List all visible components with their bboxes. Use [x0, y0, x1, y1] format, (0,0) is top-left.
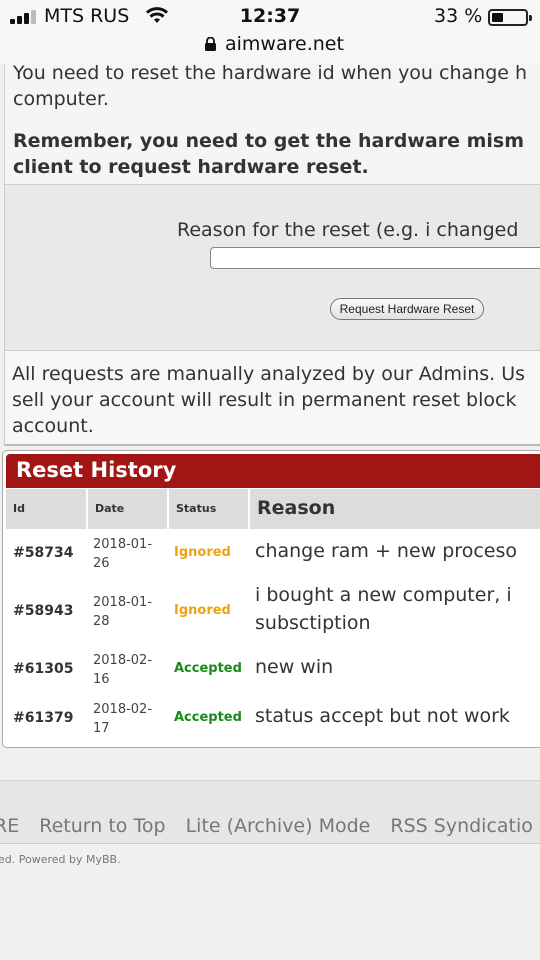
page-content: You need to reset the hardware id when y…	[0, 64, 540, 960]
reason-label: Reason for the reset (e.g. i changed	[177, 219, 519, 241]
footer-link-contact[interactable]: RE	[0, 815, 19, 837]
row-reason: new win	[255, 656, 334, 678]
row-date: 2018-02- 16	[93, 653, 153, 687]
footer-links: RE Return to Top Lite (Archive) Mode RSS…	[0, 815, 540, 837]
status-badge: Ignored	[174, 603, 231, 618]
reset-history-header: Reset History	[6, 454, 540, 488]
column-header-id: Id	[6, 489, 86, 529]
status-badge: Accepted	[174, 661, 242, 676]
column-header-status: Status	[169, 489, 248, 529]
info-warning: Remember, you need to get the hardware m…	[13, 130, 525, 178]
status-bar: MTS RUS 12:37 33 % aimware.net	[0, 0, 540, 64]
battery-icon	[488, 9, 532, 26]
reset-history-table: Reset History Id Date Status Reason #587…	[2, 450, 540, 748]
row-id: #58943	[13, 603, 74, 619]
column-header-date: Date	[88, 489, 167, 529]
footer-link-return-to-top[interactable]: Return to Top	[39, 815, 165, 837]
request-hardware-reset-button[interactable]: Request Hardware Reset	[330, 298, 484, 320]
copyright-text: ed. Powered by MyBB.	[0, 853, 121, 866]
row-date: 2018-02- 17	[93, 702, 153, 736]
address-bar-url[interactable]: aimware.net	[225, 33, 344, 55]
footer-bar: RE Return to Top Lite (Archive) Mode RSS…	[0, 780, 540, 844]
info-text: You need to reset the hardware id when y…	[13, 64, 528, 110]
reset-form: Reason for the reset (e.g. i changed Req…	[4, 184, 540, 350]
lock-icon	[205, 37, 216, 51]
column-header-reason: Reason	[250, 489, 540, 529]
notice-panel: All requests are manually analyzed by ou…	[4, 350, 540, 446]
row-reason: change ram + new proceso	[255, 540, 517, 562]
row-date: 2018-01- 28	[93, 595, 153, 629]
footer-link-rss[interactable]: RSS Syndicatio	[390, 815, 533, 837]
footer-link-lite-mode[interactable]: Lite (Archive) Mode	[186, 815, 371, 837]
status-badge: Ignored	[174, 545, 231, 560]
row-date: 2018-01- 26	[93, 537, 153, 571]
row-id: #61379	[13, 710, 74, 726]
reset-history-title: Reset History	[16, 458, 177, 482]
row-id: #58734	[13, 545, 74, 561]
notice-text: All requests are manually analyzed by ou…	[12, 363, 526, 437]
status-badge: Accepted	[174, 710, 242, 725]
info-panel: You need to reset the hardware id when y…	[4, 64, 540, 184]
row-id: #61305	[13, 661, 74, 677]
row-reason: status accept but not work	[255, 705, 510, 727]
battery-percent: 33 %	[434, 5, 483, 27]
reason-input[interactable]	[210, 247, 540, 269]
row-reason: i bought a new computer, i subsctiption	[255, 584, 512, 634]
